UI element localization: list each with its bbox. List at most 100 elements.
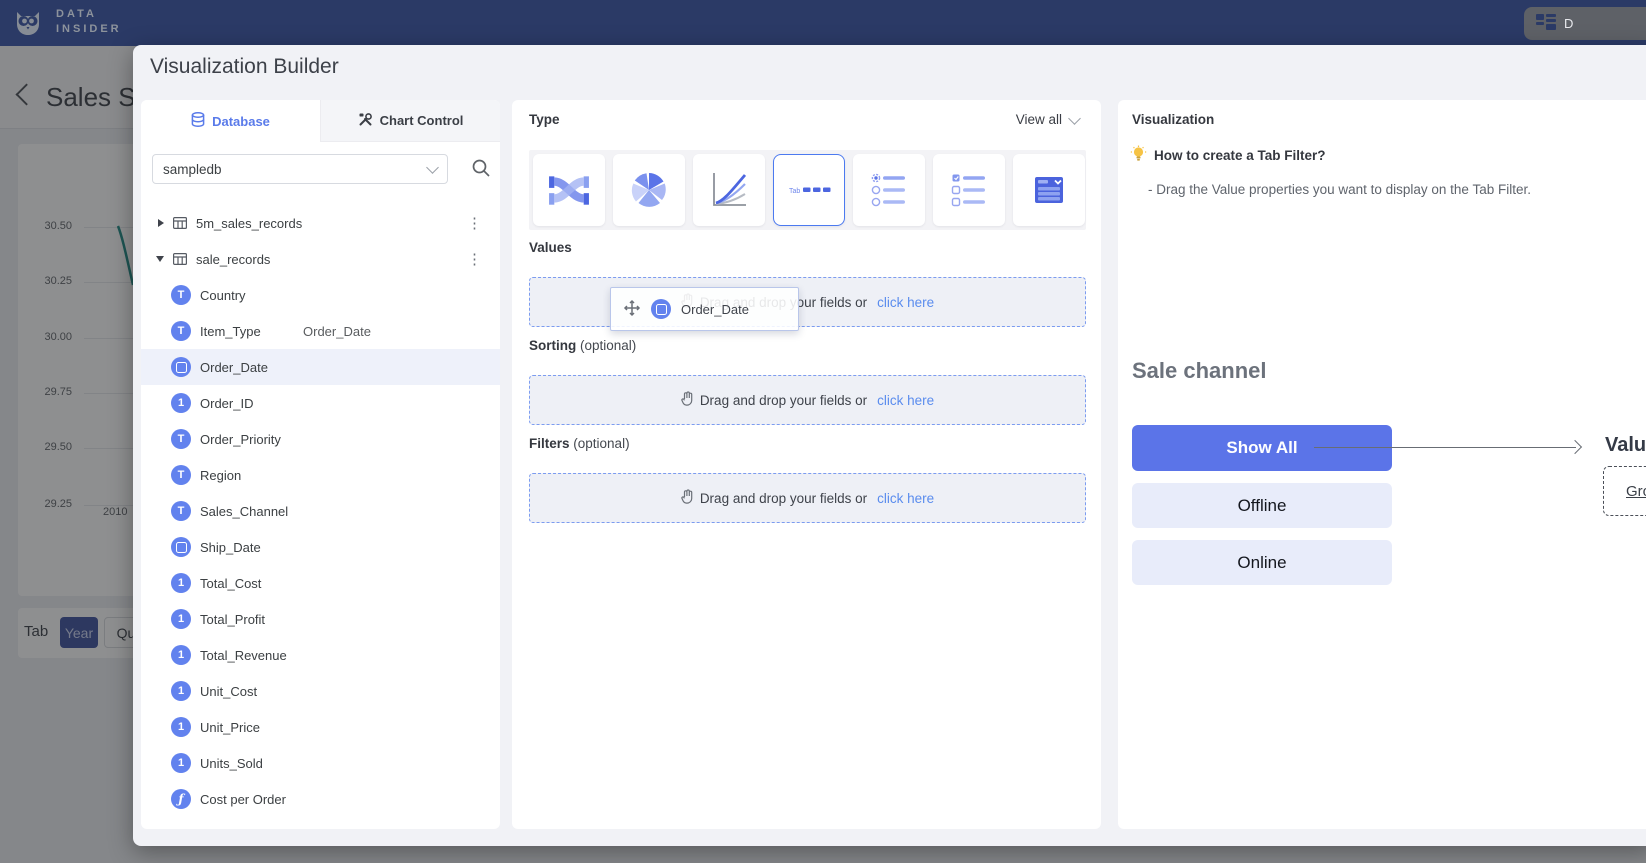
annotation-arrowhead-icon — [1568, 440, 1582, 454]
field-row[interactable]: Order_Priority — [141, 421, 500, 457]
field-name: Region — [200, 468, 241, 483]
caret-right-icon[interactable] — [158, 219, 164, 227]
drag-ghost-label: Order_Date — [303, 324, 371, 339]
caret-down-icon[interactable] — [156, 256, 164, 262]
field-name: Unit_Cost — [200, 684, 257, 699]
modal-title: Visualization Builder — [150, 55, 339, 79]
table-row[interactable]: 5m_sales_records ⋮ — [141, 205, 500, 241]
visualization-builder-modal: Visualization Builder Database — [133, 45, 1646, 846]
number-field-icon — [171, 573, 191, 593]
dropdown-filter-icon — [1029, 170, 1069, 210]
field-row[interactable]: Region — [141, 457, 500, 493]
date-field-icon — [651, 299, 671, 319]
grid-icon — [1536, 14, 1556, 33]
field-row[interactable]: Total_Cost — [141, 565, 500, 601]
tab-filter-widget-title: Sale channel — [1132, 358, 1267, 384]
database-panel: Database Chart Control sampledb — [141, 100, 500, 829]
sorting-label: Sorting — [529, 338, 576, 353]
field-name: Total_Profit — [200, 612, 265, 627]
kebab-menu-icon[interactable]: ⋮ — [467, 250, 482, 268]
chart-type-strip: Tab — [529, 150, 1086, 230]
app-viewport: DATA INSIDER D Sales Sa — [0, 0, 1646, 863]
visualization-heading: Visualization — [1132, 112, 1214, 127]
date-field-icon — [171, 357, 191, 377]
kebab-menu-icon[interactable]: ⋮ — [467, 214, 482, 232]
field-name: Ship_Date — [200, 540, 261, 555]
annotation-arrow — [1314, 447, 1576, 448]
field-name: Sales_Channel — [200, 504, 288, 519]
brand-line-2: INSIDER — [56, 22, 122, 37]
field-name: Order_Priority — [200, 432, 281, 447]
tip-title: How to create a Tab Filter? — [1154, 148, 1326, 163]
dashboard-dock-button[interactable]: D — [1524, 7, 1646, 40]
view-all-dropdown[interactable]: View all — [1016, 112, 1079, 127]
chart-type-tab-filter-selected[interactable]: Tab — [773, 154, 845, 226]
number-field-icon — [171, 645, 191, 665]
text-field-icon — [171, 285, 191, 305]
number-field-icon — [171, 681, 191, 701]
field-row[interactable]: Country — [141, 277, 500, 313]
text-field-icon — [171, 429, 191, 449]
tab-option-offline[interactable]: Offline — [1132, 483, 1392, 528]
field-row[interactable]: Units_Sold — [141, 745, 500, 781]
database-select[interactable]: sampledb — [152, 154, 448, 184]
table-icon — [173, 253, 187, 265]
field-row[interactable]: Unit_Cost — [141, 673, 500, 709]
top-navbar: DATA INSIDER D — [0, 0, 1646, 46]
tab-chart-control[interactable]: Chart Control — [320, 100, 500, 142]
field-row[interactable]: Unit_Price — [141, 709, 500, 745]
dropzone-click-here-link[interactable]: click here — [877, 393, 934, 408]
chart-type-sankey[interactable] — [533, 154, 605, 226]
dropzone-click-here-link[interactable]: click here — [877, 491, 934, 506]
preview-panel: Visualization How to create a Tab Filter… — [1118, 100, 1646, 829]
chip-label: Order_Date — [681, 302, 749, 317]
dropzone-text: Drag and drop your fields or — [700, 491, 867, 506]
field-name: Total_Cost — [200, 576, 261, 591]
chart-type-line[interactable] — [693, 154, 765, 226]
field-name: Total_Revenue — [200, 648, 287, 663]
field-name: Item_Type — [200, 324, 261, 339]
dock-button-label: D — [1564, 16, 1573, 31]
annotation-group-label: Group — [1626, 483, 1646, 500]
optional-suffix: (optional) — [580, 338, 636, 353]
table-row[interactable]: sale_records ⋮ — [141, 241, 500, 277]
annotation-group-box: Group — [1603, 466, 1646, 516]
field-name: Units_Sold — [200, 756, 263, 771]
chart-type-radio-list[interactable] — [853, 154, 925, 226]
tip-body: - Drag the Value properties you want to … — [1148, 182, 1531, 197]
tab-chart-control-label: Chart Control — [380, 113, 464, 128]
field-row[interactable]: Sales_Channel — [141, 493, 500, 529]
radio-list-icon — [869, 170, 909, 210]
optional-suffix: (optional) — [573, 436, 629, 451]
move-icon — [623, 299, 641, 320]
checkbox-list-icon — [949, 170, 989, 210]
chart-type-dropdown[interactable] — [1013, 154, 1085, 226]
chevron-down-icon — [1068, 112, 1081, 125]
tab-option-online[interactable]: Online — [1132, 540, 1392, 585]
field-name: Order_Date — [200, 360, 268, 375]
dropzone-click-here-link[interactable]: click here — [877, 295, 934, 310]
date-field-icon — [171, 537, 191, 557]
field-row[interactable]: Total_Profit — [141, 601, 500, 637]
number-field-icon — [171, 609, 191, 629]
dragged-field-chip[interactable]: Order_Date — [610, 287, 799, 331]
bulb-icon — [1130, 145, 1147, 168]
chart-type-pie[interactable] — [613, 154, 685, 226]
field-row[interactable]: Total_Revenue — [141, 637, 500, 673]
sorting-section-label: Sorting (optional) — [529, 338, 636, 353]
field-name: Cost per Order — [200, 792, 286, 807]
chevron-down-icon — [426, 161, 439, 174]
field-row[interactable]: Order_ID — [141, 385, 500, 421]
search-icon[interactable] — [471, 158, 491, 183]
table-icon — [173, 217, 187, 229]
chart-type-checkbox-list[interactable] — [933, 154, 1005, 226]
filters-dropzone[interactable]: Drag and drop your fields or click here — [529, 473, 1086, 523]
type-section-label: Type — [529, 112, 560, 127]
drag-hand-icon — [681, 489, 694, 507]
sorting-dropzone[interactable]: Drag and drop your fields or click here — [529, 375, 1086, 425]
field-row[interactable]: Cost per Order — [141, 781, 500, 817]
tab-database[interactable]: Database — [141, 100, 320, 142]
field-row[interactable]: Ship_Date — [141, 529, 500, 565]
tab-option-show-all[interactable]: Show All — [1132, 425, 1392, 471]
field-row-highlighted[interactable]: Order_Date — [141, 349, 500, 385]
